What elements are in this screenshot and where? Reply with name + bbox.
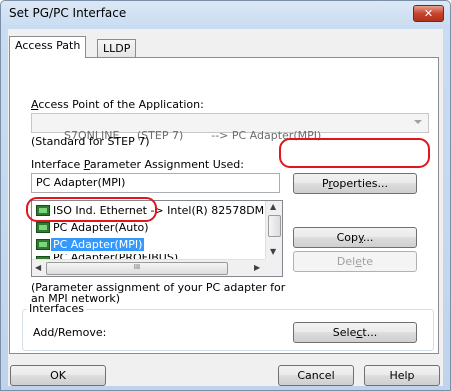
horizontal-scrollbar[interactable]: ◀ III ▶ [32,259,266,276]
tab-access-path-label: Access Path [15,39,81,52]
copy-button[interactable]: Copy... [293,227,417,248]
title-bar[interactable]: Set PG/PC Interface ✕ [1,1,450,27]
access-point-note: (Standard for STEP 7) [31,135,150,148]
close-icon: ✕ [423,7,434,20]
access-point-combobox[interactable]: S7ONLINE (STEP 7) --> PC Adapter(MPI) [31,113,429,142]
vertical-scrollbar[interactable]: ▲ ▼ [265,201,282,260]
interface-parameter-value: PC Adapter(MPI) [36,176,126,189]
tab-lldp[interactable]: LLDP [97,39,137,58]
interfaces-group-title: Interfaces [27,302,86,315]
properties-button[interactable]: Properties... [293,173,417,194]
delete-button[interactable]: Delete [293,251,417,272]
scroll-right-icon[interactable]: ▶ [254,263,260,272]
access-point-label: Access Point of the Application: [31,98,204,111]
add-remove-label: Add/Remove: [33,326,107,339]
chevron-down-icon [414,120,422,124]
close-button[interactable]: ✕ [413,5,444,22]
highlight-oval-selected-item [26,197,157,222]
interface-parameter-field[interactable]: PC Adapter(MPI) [31,173,280,193]
horizontal-scroll-thumb[interactable]: III [46,262,228,275]
cancel-button[interactable]: Cancel [278,365,354,386]
vertical-scroll-thumb[interactable] [268,215,281,237]
scroll-corner [265,259,282,276]
scroll-down-icon[interactable]: ▼ [270,247,276,256]
scroll-grip: III [133,263,141,271]
ok-button[interactable]: OK [10,365,106,386]
select-button[interactable]: Select... [293,322,417,343]
network-adapter-icon [36,222,50,233]
scroll-left-icon[interactable]: ◀ [35,263,41,272]
network-adapter-icon [36,239,50,250]
tab-access-path[interactable]: Access Path [9,36,87,58]
tab-lldp-label: LLDP [103,42,131,55]
dialog-window: Set PG/PC Interface ✕ Access Path LLDP A… [0,0,451,391]
interface-parameter-label: Interface Parameter Assignment Used: [31,158,244,171]
highlight-oval-properties [279,138,430,168]
window-title: Set PG/PC Interface [9,6,127,20]
list-item[interactable]: PC Adapter(Auto) [35,220,149,236]
list-item-selected[interactable]: PC Adapter(MPI) [35,237,145,253]
help-button[interactable]: Help [364,365,440,386]
scroll-up-icon[interactable]: ▲ [270,202,276,211]
